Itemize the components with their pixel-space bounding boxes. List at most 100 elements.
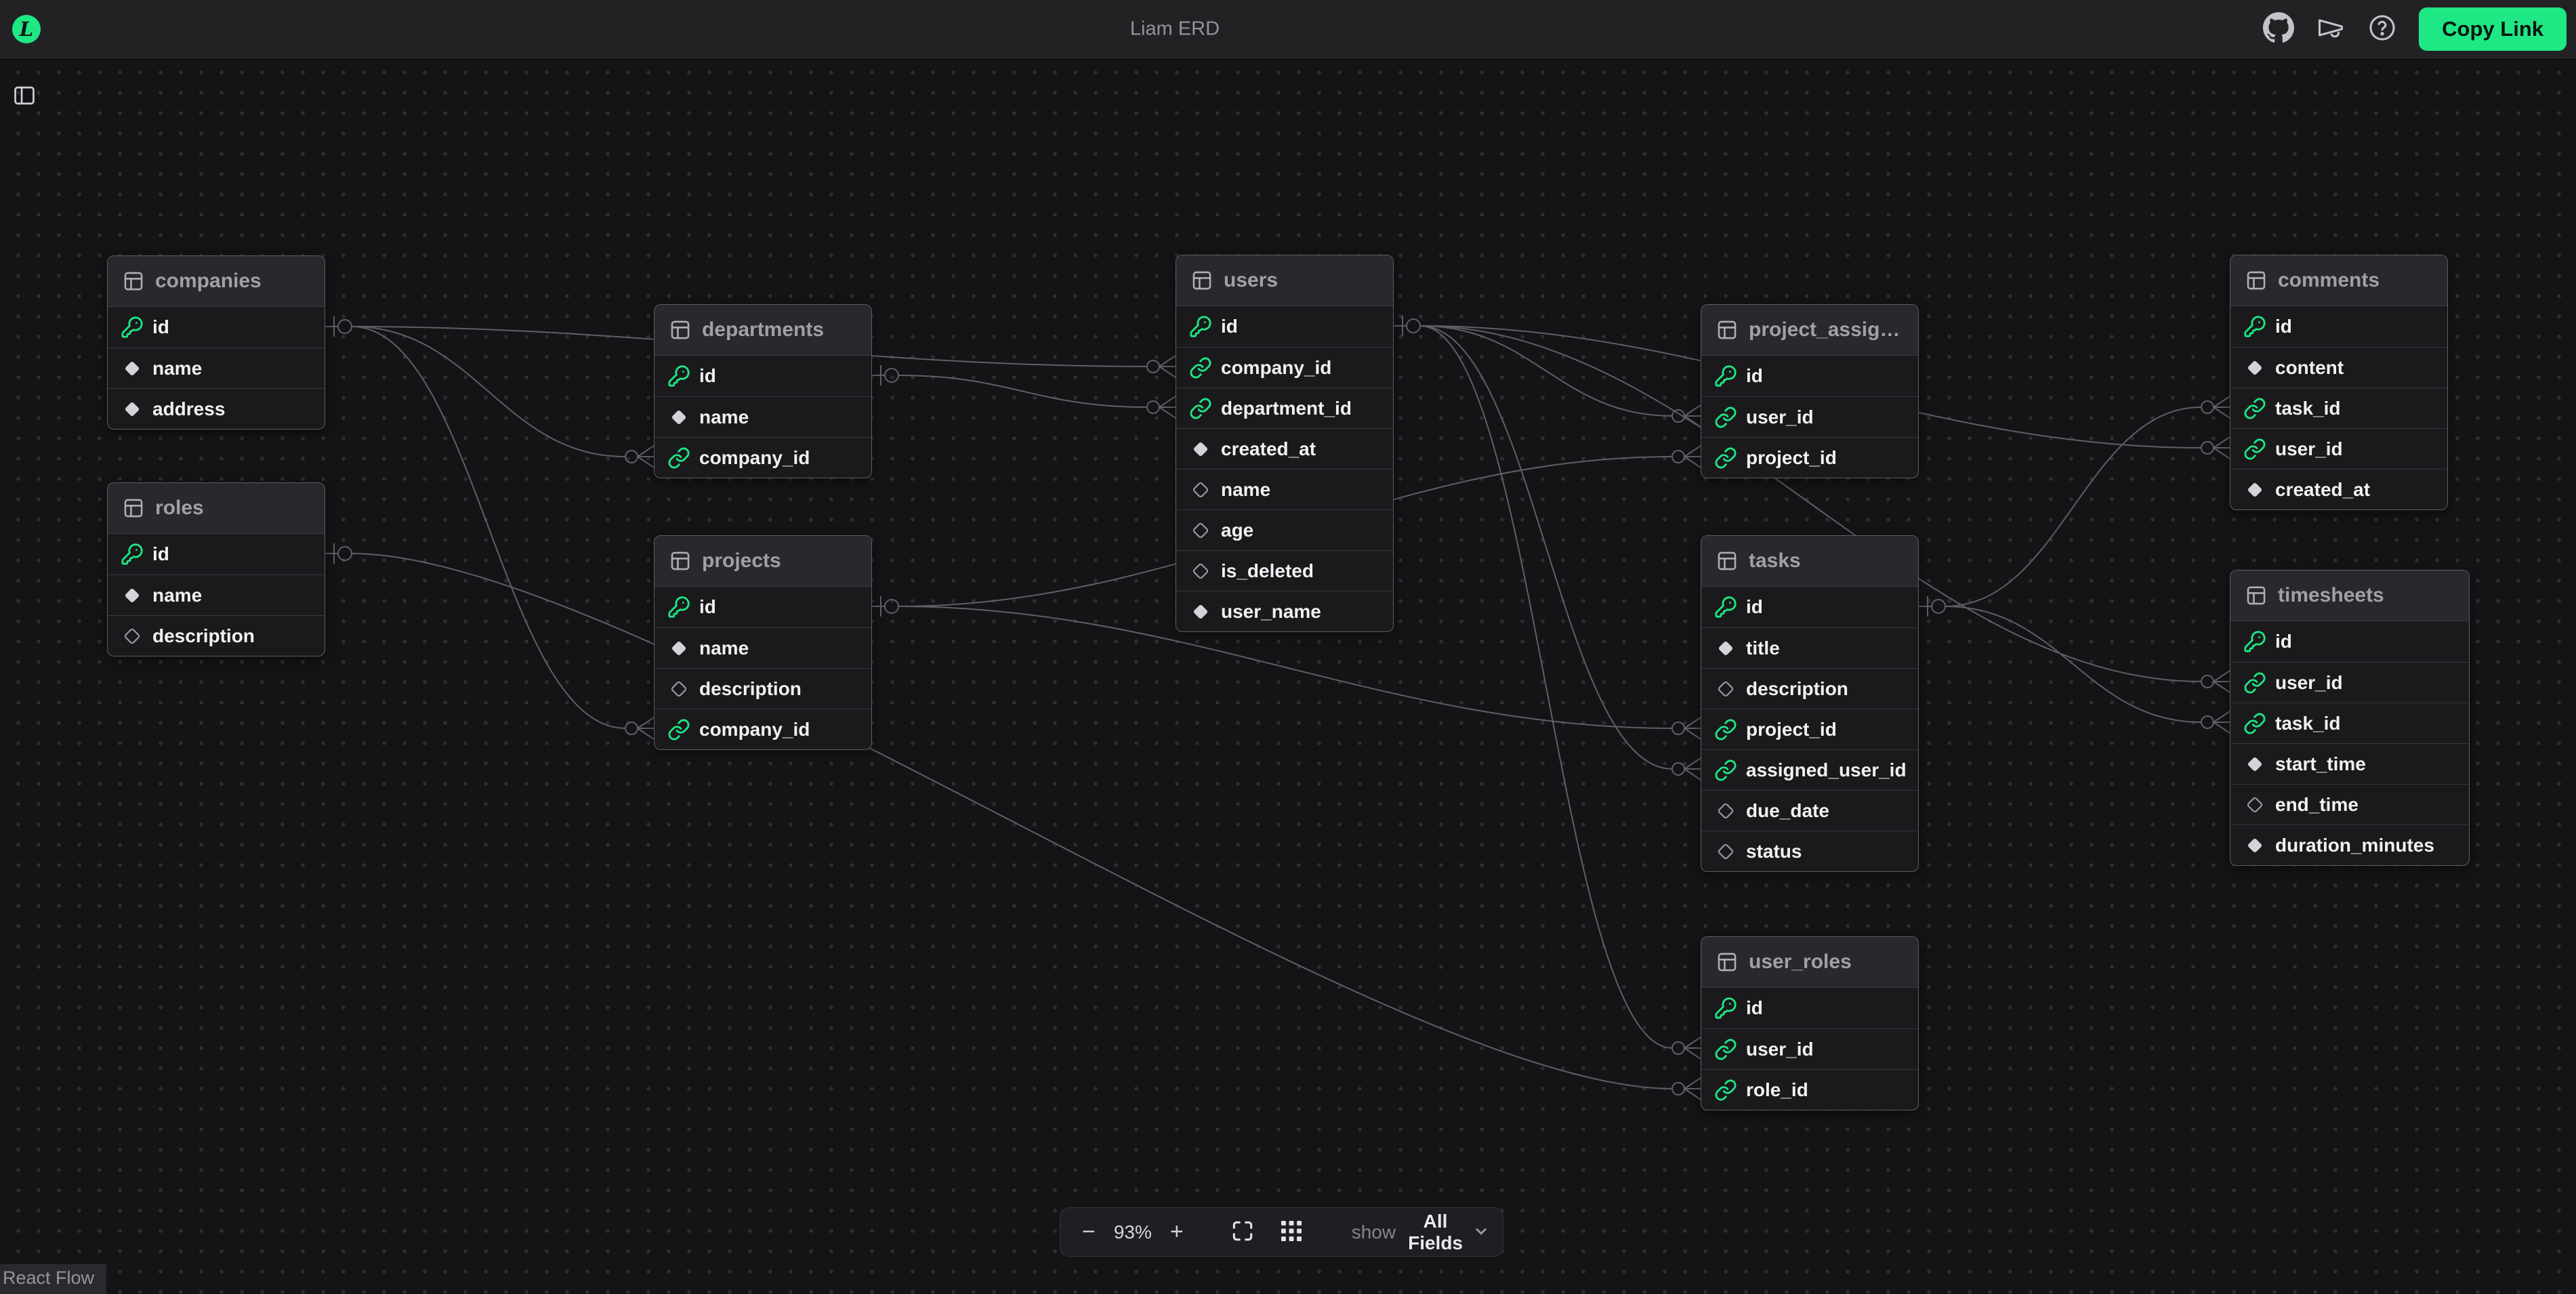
table-header-comments[interactable]: comments <box>2230 255 2447 306</box>
show-mode-select[interactable]: All Fields <box>1405 1211 1494 1254</box>
column-row-projects-id[interactable]: id <box>655 587 871 627</box>
app-header: L Liam ERD Copy Link <box>0 0 2576 58</box>
column-name: created_at <box>2275 479 2370 501</box>
column-row-user_roles-id[interactable]: id <box>1701 988 1918 1028</box>
column-name: end_time <box>2275 794 2359 816</box>
table-header-projects[interactable]: projects <box>655 536 871 587</box>
copy-link-button[interactable]: Copy Link <box>2419 7 2567 51</box>
column-row-timesheets-start_time[interactable]: start_time <box>2230 743 2469 784</box>
column-row-tasks-assigned_user_id[interactable]: assigned_user_id <box>1701 749 1918 790</box>
table-roles[interactable]: roles idnamedescription <box>107 482 325 656</box>
column-row-timesheets-task_id[interactable]: task_id <box>2230 703 2469 743</box>
column-row-comments-content[interactable]: content <box>2230 347 2447 388</box>
column-row-roles-id[interactable]: id <box>108 534 325 575</box>
column-row-tasks-title[interactable]: title <box>1701 627 1918 668</box>
column-name: duration_minutes <box>2275 835 2434 856</box>
column-row-project_assignments-id[interactable]: id <box>1701 356 1918 396</box>
table-comments[interactable]: comments id contenttask_iduser_id created_a… <box>2230 255 2448 510</box>
table-users[interactable]: usersidcompany_id department_id created_at… <box>1176 255 1394 632</box>
erd-canvas[interactable]: companiesidnameaddressrolesidnamedescrip… <box>0 0 2576 1294</box>
column-name: age <box>1221 520 1253 541</box>
nullable-diamond-icon <box>1713 841 1738 862</box>
not-null-diamond-icon <box>667 638 691 659</box>
primary-key-icon <box>667 364 691 388</box>
column-name: name <box>152 358 202 379</box>
column-row-project_assignments-user_id[interactable]: user_id <box>1701 396 1918 437</box>
column-name: id <box>2275 316 2292 337</box>
table-companies[interactable]: companiesid name address <box>107 255 325 430</box>
feedback-button[interactable] <box>2316 13 2346 45</box>
sidebar-toggle-button[interactable] <box>11 83 38 110</box>
zoom-level: 93% <box>1109 1222 1157 1243</box>
column-row-users-name[interactable]: name <box>1176 469 1393 509</box>
column-row-tasks-project_id[interactable]: project_id <box>1701 709 1918 749</box>
column-row-users-department_id[interactable]: department_id <box>1176 388 1393 428</box>
column-row-projects-description[interactable]: description <box>655 668 871 709</box>
column-row-departments-name[interactable]: name <box>655 396 871 437</box>
column-name: user_id <box>2275 672 2343 694</box>
table-icon <box>2244 584 2268 607</box>
column-row-timesheets-user_id[interactable]: user_id <box>2230 662 2469 703</box>
column-row-companies-id[interactable]: id <box>108 307 325 348</box>
column-name: id <box>2275 631 2292 652</box>
column-row-tasks-due_date[interactable]: due_date <box>1701 790 1918 831</box>
foreign-key-link-icon <box>2243 671 2267 694</box>
column-row-users-user_name[interactable]: user_name <box>1176 591 1393 631</box>
help-button[interactable] <box>2367 13 2397 45</box>
column-row-departments-id[interactable]: id <box>655 356 871 396</box>
column-row-comments-user_id[interactable]: user_id <box>2230 428 2447 469</box>
column-row-users-created_at[interactable]: created_at <box>1176 428 1393 469</box>
not-null-diamond-icon <box>120 399 144 419</box>
column-row-user_roles-role_id[interactable]: role_id <box>1701 1069 1918 1110</box>
column-row-comments-task_id[interactable]: task_id <box>2230 388 2447 428</box>
column-row-projects-name[interactable]: name <box>655 627 871 668</box>
github-button[interactable] <box>2263 12 2294 45</box>
column-row-users-is_deleted[interactable]: is_deleted <box>1176 550 1393 591</box>
table-projects[interactable]: projectsidnamedescriptioncompany_id <box>654 535 872 750</box>
column-row-tasks-description[interactable]: description <box>1701 668 1918 709</box>
tidy-up-button[interactable] <box>1272 1218 1311 1246</box>
column-row-project_assignments-project_id[interactable]: project_id <box>1701 437 1918 478</box>
table-departments[interactable]: departmentsidnamecompany_id <box>654 304 872 478</box>
zoom-in-button[interactable]: + <box>1166 1219 1188 1245</box>
table-header-user_roles[interactable]: user_roles <box>1701 937 1918 988</box>
table-timesheets[interactable]: timesheets id user_id task_idstart_time end_… <box>2230 570 2470 866</box>
react-flow-attribution[interactable]: React Flow <box>0 1264 106 1294</box>
table-header-departments[interactable]: departments <box>655 305 871 356</box>
table-header-companies[interactable]: companies <box>108 256 325 307</box>
column-name: department_id <box>1221 398 1352 419</box>
column-row-timesheets-id[interactable]: id <box>2230 621 2469 662</box>
column-row-users-id[interactable]: id <box>1176 306 1393 347</box>
chevron-down-icon <box>1471 1221 1491 1243</box>
table-name: roles <box>155 497 314 520</box>
table-project_assignments[interactable]: project_assignmentsiduser_idproject_id <box>1701 304 1919 478</box>
column-row-timesheets-end_time[interactable]: end_time <box>2230 784 2469 825</box>
nullable-diamond-icon <box>1713 679 1738 699</box>
column-row-companies-address[interactable]: address <box>108 388 325 429</box>
table-user_roles[interactable]: user_rolesiduser_idrole_id <box>1701 936 1919 1110</box>
panel-left-icon <box>11 100 38 110</box>
table-tasks[interactable]: tasksidtitledescriptionproject_idassigne… <box>1701 535 1919 872</box>
table-header-tasks[interactable]: tasks <box>1701 536 1918 587</box>
column-row-users-age[interactable]: age <box>1176 509 1393 550</box>
column-row-companies-name[interactable]: name <box>108 348 325 388</box>
column-row-departments-company_id[interactable]: company_id <box>655 437 871 478</box>
column-row-tasks-id[interactable]: id <box>1701 587 1918 627</box>
column-name: address <box>152 398 225 420</box>
fit-view-button[interactable] <box>1223 1218 1262 1246</box>
liam-logo[interactable]: L <box>12 15 41 43</box>
zoom-out-button[interactable]: − <box>1078 1219 1100 1245</box>
table-header-timesheets[interactable]: timesheets <box>2230 570 2469 621</box>
table-header-roles[interactable]: roles <box>108 483 325 534</box>
column-row-user_roles-user_id[interactable]: user_id <box>1701 1028 1918 1069</box>
table-header-project_assignments[interactable]: project_assignments <box>1701 305 1918 356</box>
column-row-projects-company_id[interactable]: company_id <box>655 709 871 749</box>
table-header-users[interactable]: users <box>1176 255 1393 306</box>
column-row-roles-description[interactable]: description <box>108 615 325 656</box>
column-row-users-company_id[interactable]: company_id <box>1176 347 1393 388</box>
column-row-tasks-status[interactable]: status <box>1701 831 1918 871</box>
column-row-timesheets-duration_minutes[interactable]: duration_minutes <box>2230 825 2469 865</box>
column-row-roles-name[interactable]: name <box>108 575 325 615</box>
column-row-comments-created_at[interactable]: created_at <box>2230 469 2447 509</box>
column-row-comments-id[interactable]: id <box>2230 306 2447 347</box>
